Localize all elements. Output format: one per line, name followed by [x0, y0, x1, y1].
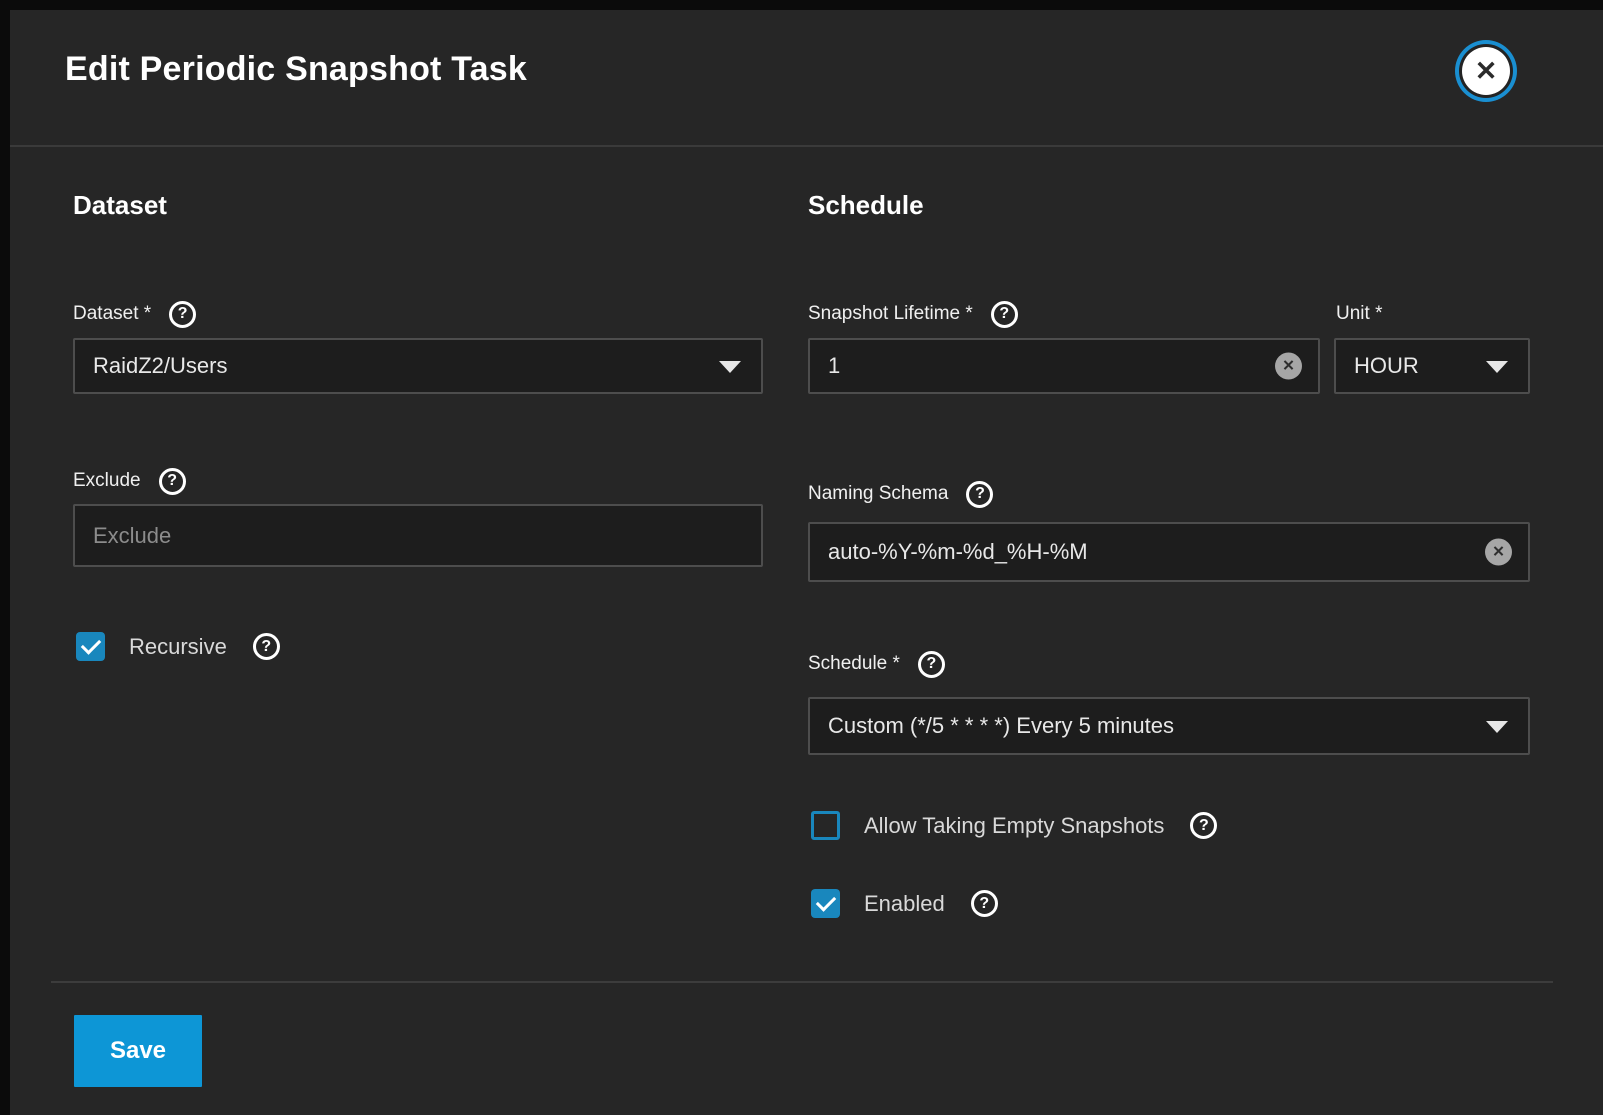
allow-empty-snapshots-label: Allow Taking Empty Snapshots — [864, 813, 1164, 839]
screen: Edit Periodic Snapshot Task ✕ Dataset Da… — [0, 0, 1603, 1115]
dataset-label: Dataset * — [73, 303, 151, 325]
allow-empty-snapshots-row: Allow Taking Empty Snapshots ? — [811, 811, 1217, 840]
unit-select-value: HOUR — [1336, 353, 1419, 379]
dataset-select-value: RaidZ2/Users — [75, 353, 227, 379]
schedule-label: Schedule * — [808, 653, 900, 675]
naming-schema-label-row: Naming Schema ? — [808, 478, 993, 510]
naming-schema-clear-button[interactable]: ✕ — [1485, 539, 1512, 566]
edit-periodic-snapshot-task-dialog: Edit Periodic Snapshot Task ✕ Dataset Da… — [10, 10, 1603, 1115]
exclude-label-row: Exclude ? — [73, 465, 186, 497]
snapshot-lifetime-field-box: ✕ — [808, 338, 1320, 394]
naming-schema-input[interactable] — [810, 524, 1528, 580]
allow-empty-snapshots-checkbox[interactable] — [811, 811, 840, 840]
unit-label: Unit * — [1336, 303, 1382, 325]
chevron-down-icon — [719, 361, 741, 373]
schedule-label-row: Schedule * ? — [808, 648, 945, 680]
enabled-help-icon[interactable]: ? — [971, 890, 998, 917]
save-button[interactable]: Save — [74, 1015, 202, 1087]
snapshot-lifetime-label: Snapshot Lifetime * — [808, 303, 973, 325]
naming-schema-help-icon[interactable]: ? — [966, 481, 993, 508]
enabled-checkbox[interactable] — [811, 889, 840, 918]
chevron-down-icon — [1486, 361, 1508, 373]
header-divider — [10, 145, 1603, 147]
page-title: Edit Periodic Snapshot Task — [65, 50, 527, 89]
exclude-help-icon[interactable]: ? — [159, 468, 186, 495]
dataset-select[interactable]: RaidZ2/Users — [73, 338, 763, 394]
schedule-help-icon[interactable]: ? — [918, 651, 945, 678]
schedule-select-value: Custom (*/5 * * * *) Every 5 minutes — [810, 713, 1174, 739]
chevron-down-icon — [1486, 721, 1508, 733]
enabled-row: Enabled ? — [811, 889, 998, 918]
recursive-help-icon[interactable]: ? — [253, 633, 280, 660]
clear-icon: ✕ — [1282, 359, 1295, 374]
enabled-label: Enabled — [864, 891, 945, 917]
schedule-select[interactable]: Custom (*/5 * * * *) Every 5 minutes — [808, 697, 1530, 755]
unit-select[interactable]: HOUR — [1334, 338, 1530, 394]
exclude-field-box — [73, 504, 763, 567]
dataset-help-icon[interactable]: ? — [169, 301, 196, 328]
dataset-label-row: Dataset * ? — [73, 298, 196, 330]
exclude-input[interactable] — [75, 506, 761, 565]
recursive-label: Recursive — [129, 634, 227, 660]
snapshot-lifetime-clear-button[interactable]: ✕ — [1275, 353, 1302, 380]
unit-label-row: Unit * — [1336, 298, 1382, 330]
schedule-section-heading: Schedule — [808, 190, 924, 221]
snapshot-lifetime-input[interactable] — [810, 340, 1318, 392]
close-icon: ✕ — [1475, 58, 1498, 85]
footer-divider — [51, 981, 1553, 983]
recursive-checkbox[interactable] — [76, 632, 105, 661]
recursive-row: Recursive ? — [76, 632, 280, 661]
naming-schema-field-box: ✕ — [808, 522, 1530, 582]
close-button[interactable]: ✕ — [1462, 47, 1510, 95]
naming-schema-label: Naming Schema — [808, 483, 948, 505]
snapshot-lifetime-help-icon[interactable]: ? — [991, 301, 1018, 328]
lifetime-label-row: Snapshot Lifetime * ? — [808, 298, 1018, 330]
dataset-section-heading: Dataset — [73, 190, 167, 221]
allow-empty-snapshots-help-icon[interactable]: ? — [1190, 812, 1217, 839]
clear-icon: ✕ — [1492, 545, 1505, 560]
exclude-label: Exclude — [73, 470, 141, 492]
